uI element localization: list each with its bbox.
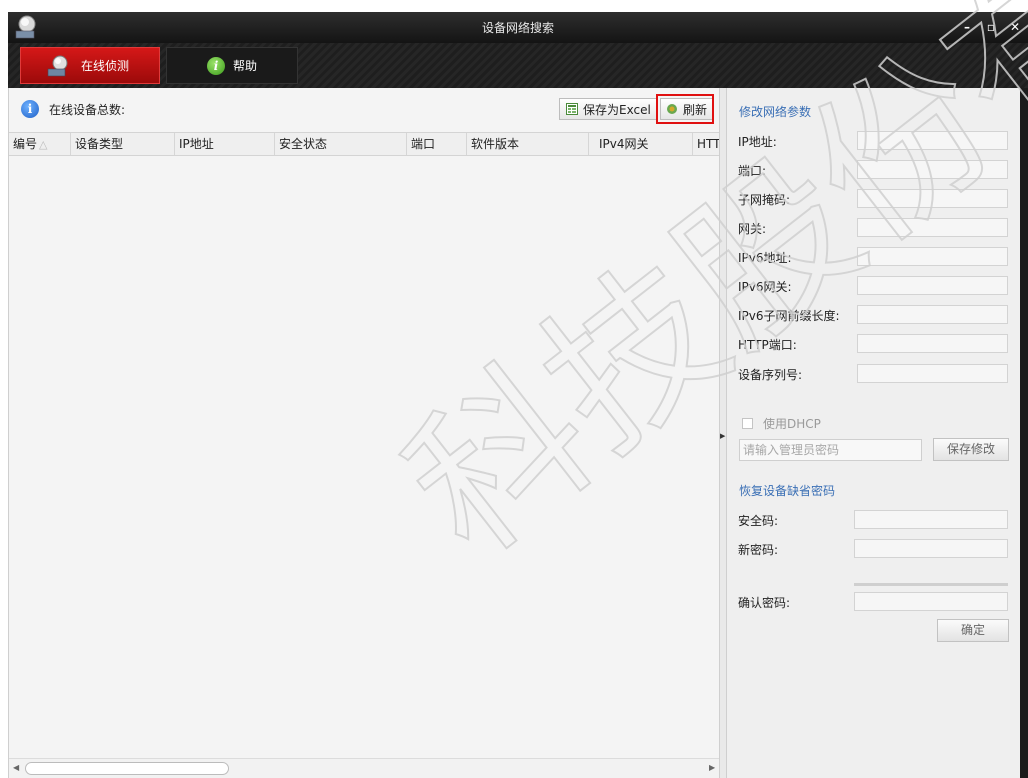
device-total-label: 在线设备总数: [49,102,126,117]
close-button[interactable]: ✕ [1006,18,1024,36]
maximize-button[interactable]: ▫ [982,18,1000,36]
window-controls: – ▫ ✕ [958,18,1024,36]
scrollbar-thumb[interactable] [25,762,229,775]
table-header: 编号 △ 设备类型 IP地址 安全状态 端口 软件版本 IPv4网关 HTT [9,132,720,156]
column-header-security[interactable]: 安全状态 [275,133,407,155]
restore-password-title: 恢复设备缺省密码 [739,484,836,498]
column-header-http[interactable]: HTT [693,133,720,155]
save-excel-button[interactable]: 保存为Excel [559,98,658,120]
serial-number-input[interactable] [857,364,1008,383]
tab-help[interactable]: i 帮助 [166,47,298,84]
admin-password-input[interactable]: 请输入管理员密码 [739,439,922,461]
column-header-ip[interactable]: IP地址 [175,133,275,155]
dhcp-option[interactable]: 使用DHCP [742,415,821,432]
confirm-password-label: 确认密码: [738,596,791,610]
gateway-label: 网关: [738,222,767,236]
ipv6-prefix-label: IPv6子网前缀长度: [738,309,840,323]
sort-asc-icon: △ [39,138,48,151]
excel-icon [566,103,578,115]
network-settings-panel: 修改网络参数 IP地址: 端口: 子网掩码: 网关: IPv6地址: IPv6网… [727,88,1020,778]
save-excel-label: 保存为Excel [583,102,651,117]
list-toolbar: i 在线设备总数: 保存为Excel 刷新 [9,88,720,132]
tab-help-label: 帮助 [233,59,258,73]
password-strength-bar [854,583,1008,586]
pane-splitter[interactable]: ▶ [719,88,727,778]
tab-bar: 在线侦测 i 帮助 [8,43,1028,88]
confirm-password-input[interactable] [854,592,1008,611]
http-port-label: HTTP端口: [738,338,797,352]
ipv6-address-input[interactable] [857,247,1008,266]
scroll-left-arrow-icon[interactable]: ◀ [13,763,19,772]
device-table-body[interactable] [9,156,720,758]
info-icon: i [21,100,39,118]
info-icon: i [207,56,225,75]
new-password-input[interactable] [854,539,1008,558]
scroll-right-arrow-icon[interactable]: ▶ [709,763,715,772]
confirm-button[interactable]: 确定 [937,619,1009,642]
port-label: 端口: [738,164,767,178]
column-header-device-type[interactable]: 设备类型 [71,133,175,155]
search-device-icon [47,55,68,76]
title-bar: 设备网络搜索 – ▫ ✕ [8,12,1028,43]
window-title: 设备网络搜索 [481,21,554,35]
minimize-button[interactable]: – [958,18,976,36]
ipv6-gateway-input[interactable] [857,276,1008,295]
column-header-software[interactable]: 软件版本 [467,133,589,155]
security-code-input[interactable] [854,510,1008,529]
device-list-pane: i 在线设备总数: 保存为Excel 刷新 编号 △ 设备类型 IP地址 安全状… [8,88,720,778]
collapse-arrow-icon[interactable]: ▶ [720,432,725,440]
http-port-input[interactable] [857,334,1008,353]
column-header-ipv4-gateway[interactable]: IPv4网关 [589,133,693,155]
refresh-highlight-box [656,94,714,124]
new-password-label: 新密码: [738,543,779,557]
ipv6-prefix-input[interactable] [857,305,1008,324]
device-total: i 在线设备总数: [21,100,125,118]
tab-online-detect[interactable]: 在线侦测 [20,47,160,84]
save-changes-button[interactable]: 保存修改 [933,438,1009,461]
gateway-input[interactable] [857,218,1008,237]
port-input[interactable] [857,160,1008,179]
security-code-label: 安全码: [738,514,779,528]
tab-online-detect-label: 在线侦测 [81,59,130,73]
column-header-label: 编号 [13,137,38,151]
subnet-mask-input[interactable] [857,189,1008,208]
ipv6-gateway-label: IPv6网关: [738,280,792,294]
ip-address-label: IP地址: [738,135,777,149]
dhcp-label: 使用DHCP [763,417,821,431]
ip-address-input[interactable] [857,131,1008,150]
horizontal-scrollbar[interactable]: ◀ ▶ [9,758,720,778]
dhcp-checkbox[interactable] [742,418,753,429]
network-params-title: 修改网络参数 [739,105,812,119]
column-header-number[interactable]: 编号 △ [9,133,71,155]
subnet-mask-label: 子网掩码: [738,193,791,207]
serial-number-label: 设备序列号: [738,368,803,382]
ipv6-address-label: IPv6地址: [738,251,792,265]
column-header-port[interactable]: 端口 [407,133,467,155]
